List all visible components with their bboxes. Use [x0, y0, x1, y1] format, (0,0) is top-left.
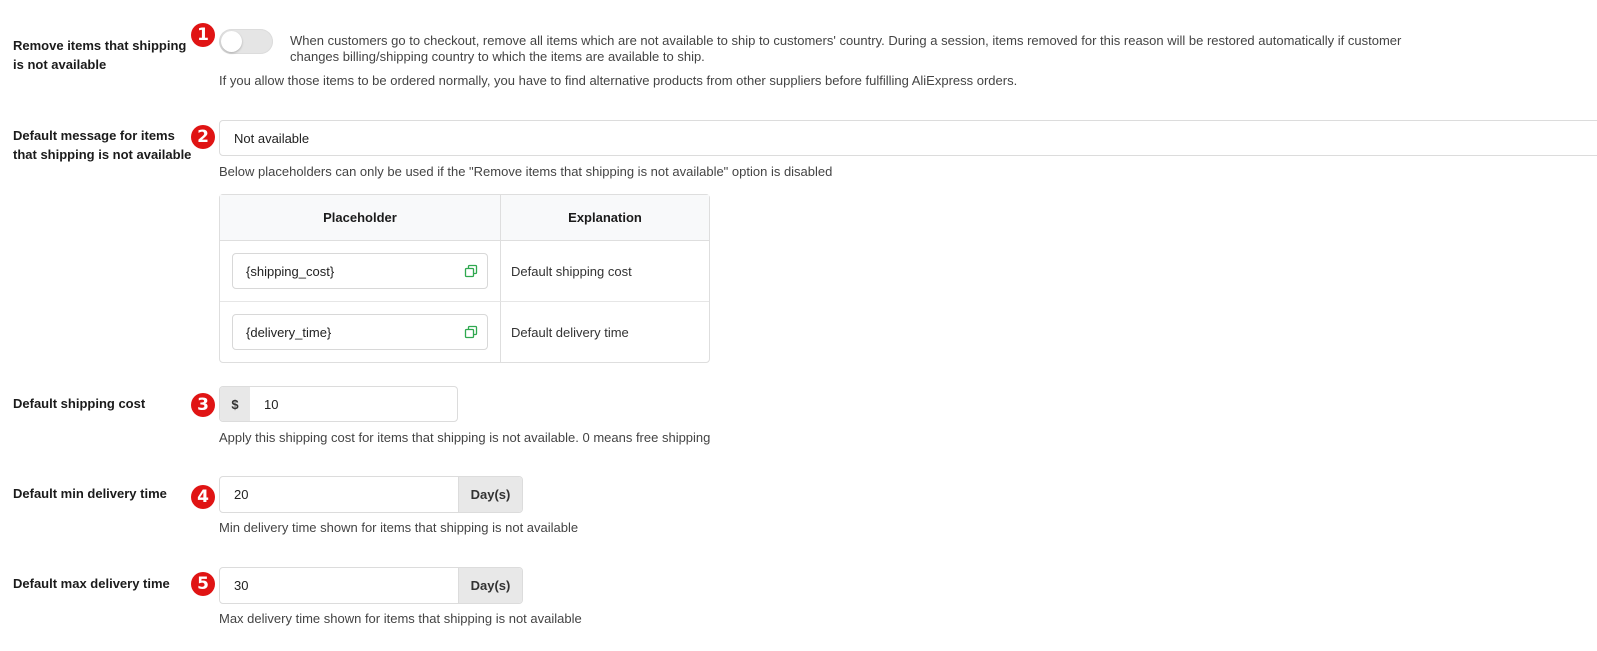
step-badge-2: 2 — [191, 125, 215, 149]
header-explanation: Explanation — [501, 195, 709, 241]
placeholder-value: {delivery_time} — [246, 324, 332, 340]
remove-items-description: When customers go to checkout, remove al… — [290, 33, 1590, 65]
shipping-cost-label: Default shipping cost — [13, 396, 146, 411]
remove-items-desc-line2: changes billing/shipping country to whic… — [290, 49, 705, 64]
min-delivery-label: Default min delivery time — [13, 486, 167, 501]
table-row: {delivery_time} Default delivery time — [220, 302, 709, 362]
shipping-cost-input[interactable]: 10 — [250, 397, 457, 412]
step-badge-1: 1 — [191, 23, 215, 47]
min-delivery-input-group: 20 Day(s) — [219, 476, 523, 513]
placeholders-note: Below placeholders can only be used if t… — [219, 164, 833, 179]
remove-items-label: Remove items that shipping is not availa… — [13, 36, 186, 74]
remove-items-toggle[interactable] — [219, 29, 273, 54]
default-message-label-line1: Default message for items — [13, 128, 175, 143]
placeholders-table: Placeholder Explanation {shipping_cost} … — [219, 194, 710, 363]
table-header-row: Placeholder Explanation — [220, 195, 709, 241]
min-delivery-input[interactable]: 20 — [220, 487, 458, 502]
shipping-cost-note: Apply this shipping cost for items that … — [219, 430, 711, 445]
placeholder-cell: {shipping_cost} — [220, 241, 501, 302]
max-delivery-input-group: 30 Day(s) — [219, 567, 523, 604]
step-badge-3: 3 — [191, 393, 215, 417]
copy-icon[interactable] — [464, 325, 478, 339]
shipping-cost-input-group: $ 10 — [219, 386, 458, 422]
placeholder-field-delivery-time[interactable]: {delivery_time} — [232, 314, 488, 350]
explanation-cell: Default delivery time — [511, 324, 629, 340]
remove-items-label-line2: is not available — [13, 57, 107, 72]
copy-icon[interactable] — [464, 264, 478, 278]
step-badge-4: 4 — [191, 485, 215, 509]
default-message-value: Not available — [234, 130, 310, 146]
days-addon: Day(s) — [458, 568, 522, 603]
min-delivery-note: Min delivery time shown for items that s… — [219, 520, 579, 535]
placeholder-cell: {delivery_time} — [220, 302, 501, 362]
remove-items-note: If you allow those items to be ordered n… — [219, 73, 1018, 88]
toggle-knob — [221, 31, 242, 52]
header-placeholder: Placeholder — [220, 195, 501, 241]
remove-items-desc-line1: When customers go to checkout, remove al… — [290, 33, 1402, 48]
table-row: {shipping_cost} Default shipping cost — [220, 241, 709, 302]
max-delivery-input[interactable]: 30 — [220, 578, 458, 593]
explanation-cell: Default shipping cost — [501, 241, 709, 302]
max-delivery-label: Default max delivery time — [13, 576, 170, 591]
placeholder-value: {shipping_cost} — [246, 263, 335, 279]
default-message-label: Default message for items that shipping … — [13, 126, 191, 164]
default-message-input[interactable]: Not available — [219, 120, 1597, 156]
default-message-label-line2: that shipping is not available — [13, 147, 192, 162]
step-badge-5: 5 — [191, 572, 215, 596]
remove-items-label-line1: Remove items that shipping — [13, 38, 187, 53]
days-addon: Day(s) — [458, 477, 522, 512]
currency-addon: $ — [220, 387, 250, 421]
max-delivery-note: Max delivery time shown for items that s… — [219, 611, 582, 626]
placeholder-field-shipping-cost[interactable]: {shipping_cost} — [232, 253, 488, 289]
